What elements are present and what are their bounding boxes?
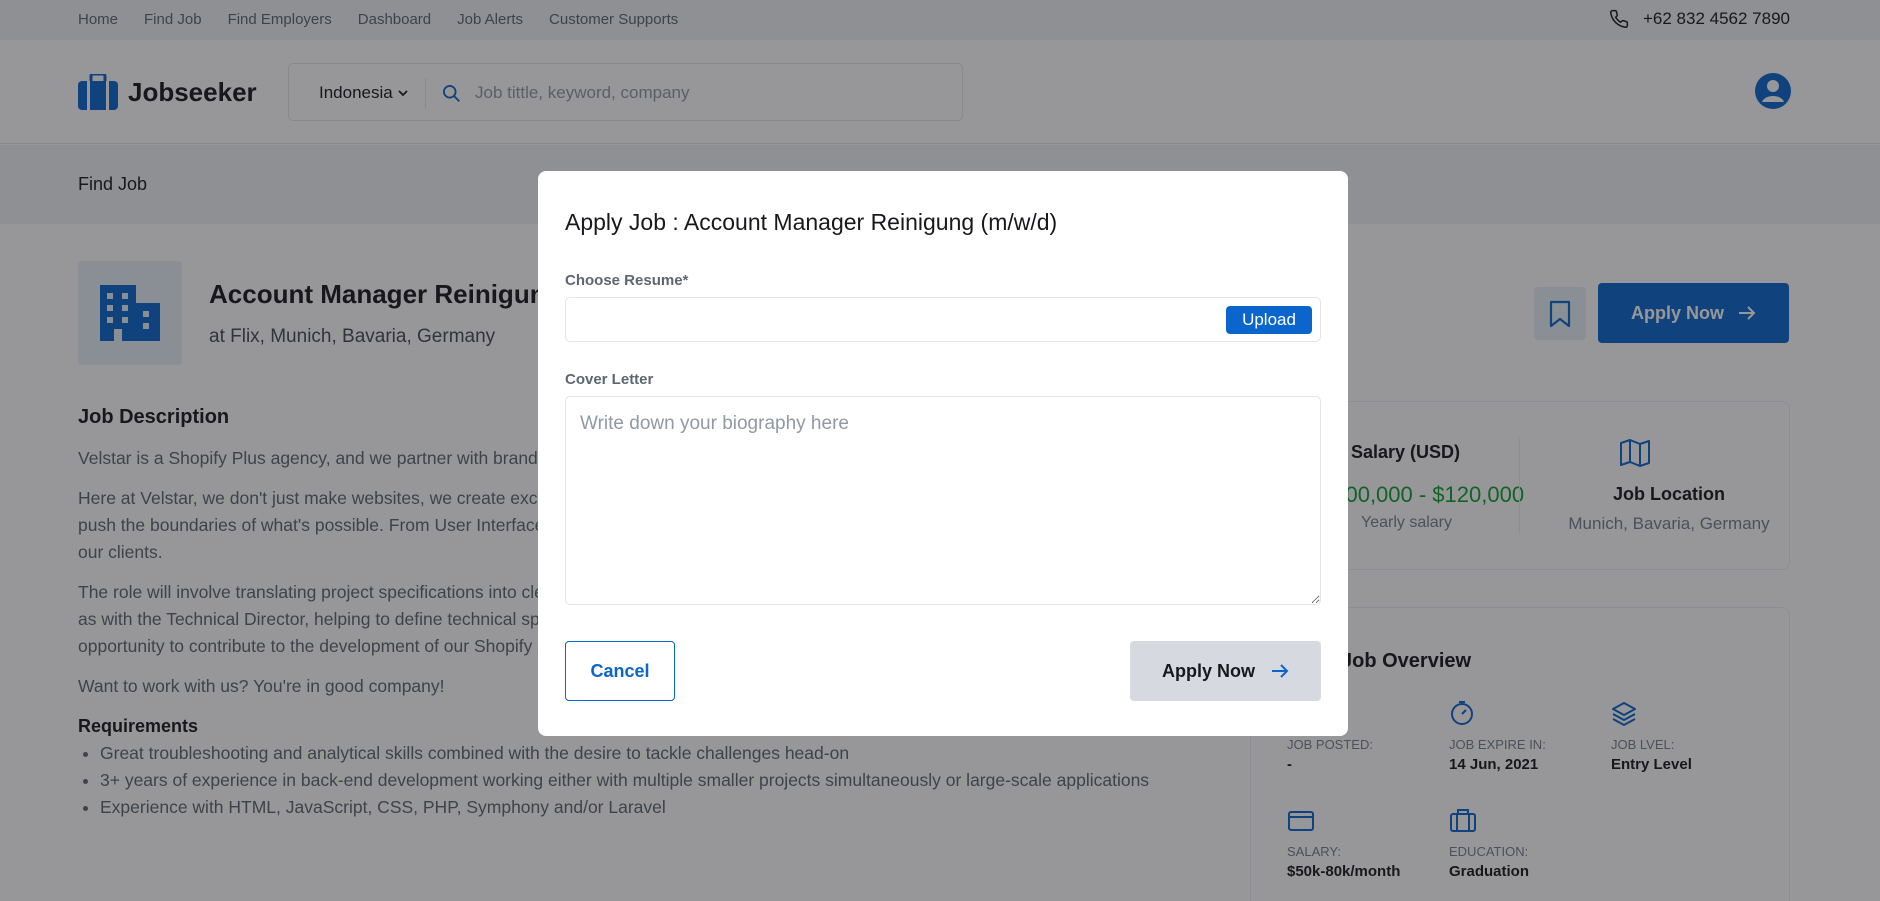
cancel-button[interactable]: Cancel xyxy=(565,641,675,701)
modal-apply-label: Apply Now xyxy=(1162,660,1255,681)
modal-apply-now-button[interactable]: Apply Now xyxy=(1130,641,1321,701)
modal-title: Apply Job : Account Manager Reinigung (m… xyxy=(565,209,1058,235)
arrow-right-icon xyxy=(1272,664,1289,678)
resume-field[interactable]: Upload xyxy=(565,297,1321,342)
resume-label: Choose Resume* xyxy=(565,272,689,289)
upload-button[interactable]: Upload xyxy=(1226,306,1312,334)
cover-letter-input[interactable] xyxy=(565,396,1321,605)
cover-letter-label: Cover Letter xyxy=(565,371,654,388)
apply-job-modal: Apply Job : Account Manager Reinigung (m… xyxy=(538,171,1348,736)
